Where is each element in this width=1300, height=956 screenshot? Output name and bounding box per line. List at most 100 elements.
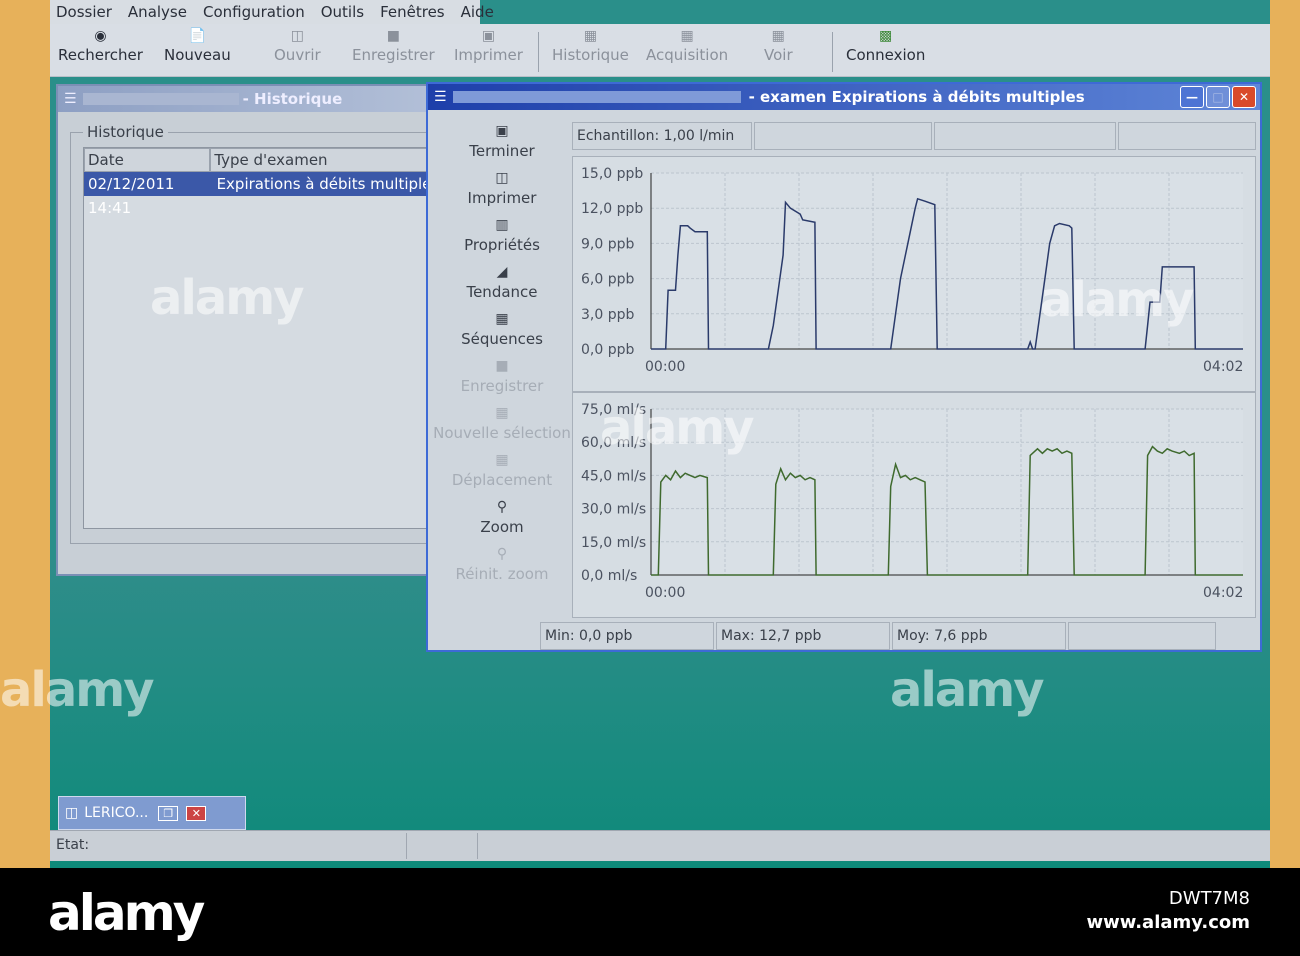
y-tick-label: 15,0 ml/s xyxy=(581,535,646,551)
enregistrer-side-button[interactable]: ■ Enregistrer xyxy=(432,357,572,402)
moy-panel: Moy: 7,6 ppb xyxy=(892,622,1066,650)
zoom-magnifier-icon: ⚲ xyxy=(496,499,508,515)
tendance-button[interactable]: ◢ Tendance xyxy=(432,263,572,308)
status-bar: Etat: xyxy=(50,830,1270,861)
watermark: alamy xyxy=(600,400,755,456)
connection-icon: ▩ xyxy=(879,28,893,44)
echantillon-panel: Echantillon: 1,00 l/min xyxy=(572,122,752,150)
historique-title: - Historique xyxy=(242,90,343,108)
voir-label: Voir xyxy=(764,46,793,64)
history-grid-icon: ▦ xyxy=(583,28,598,44)
historique-button[interactable]: ▦ Historique xyxy=(552,28,629,64)
echantillon-label: Echantillon: 1,00 l/min xyxy=(577,128,735,144)
historique-title-bar: ☰ - Historique xyxy=(58,86,438,112)
toolbar-separator xyxy=(538,32,539,72)
alamy-logo: alamy xyxy=(48,884,205,942)
selection-grid-icon: ▦ xyxy=(495,405,509,421)
watermark: alamy xyxy=(150,270,305,326)
maximize-icon[interactable]: □ xyxy=(1206,86,1230,108)
y-tick-label: 3,0 ppb xyxy=(581,307,634,323)
enregistrer-button[interactable]: ■ Enregistrer xyxy=(352,28,435,64)
window-menu-icon[interactable]: ☰ xyxy=(64,91,77,107)
y-tick-label: 12,0 ppb xyxy=(581,201,643,217)
proprietes-button[interactable]: ▥ Propriétés xyxy=(432,216,572,261)
menu-analyse[interactable]: Analyse xyxy=(128,3,187,21)
row-type: Expirations à débits multiples xyxy=(216,175,440,193)
imprimer-side-button[interactable]: ◫ Imprimer xyxy=(432,169,572,214)
reinit-zoom-label: Réinit. zoom xyxy=(455,565,549,583)
sequences-icon: ▦ xyxy=(495,311,509,327)
column-type[interactable]: Type d'examen xyxy=(210,148,444,172)
enregistrer-label: Enregistrer xyxy=(352,46,435,64)
y-tick-label: 6,0 ppb xyxy=(581,272,634,288)
menu-outils[interactable]: Outils xyxy=(321,3,364,21)
terminer-label: Terminer xyxy=(469,142,535,160)
reinit-zoom-button[interactable]: ⚲ Réinit. zoom xyxy=(432,545,572,590)
imprimer-label: Imprimer xyxy=(454,46,523,64)
save-icon: ■ xyxy=(495,358,509,374)
window-menu-icon[interactable]: ☰ xyxy=(434,89,447,105)
monitor-bezel-right xyxy=(1270,0,1300,868)
minimize-icon[interactable]: — xyxy=(1180,86,1204,108)
patient-name-blurred xyxy=(452,91,741,103)
exam-window: ☰ - examen Expirations à débits multiple… xyxy=(426,82,1262,652)
max-panel: Max: 12,7 ppb xyxy=(716,622,890,650)
menu-configuration[interactable]: Configuration xyxy=(203,3,305,21)
proprietes-label: Propriétés xyxy=(464,236,540,254)
caption-url: www.alamy.com xyxy=(1086,912,1250,933)
exam-list[interactable]: Date Type d'examen 02/12/2011 14:41 Expi… xyxy=(83,147,445,529)
stats-panel-empty xyxy=(1068,622,1216,650)
save-icon: ■ xyxy=(386,28,400,44)
taskbar-label: LERICO... xyxy=(84,805,149,821)
menu-fenetres[interactable]: Fenêtres xyxy=(380,3,445,21)
acquisition-grid-icon: ▦ xyxy=(680,28,694,44)
y-tick-label: 15,0 ppb xyxy=(581,166,643,182)
ouvrir-button[interactable]: ◫ Ouvrir xyxy=(274,28,321,64)
toolbar: ◉ Rechercher 📄 Nouveau ◫ Ouvrir ■ Enregi… xyxy=(50,24,1270,77)
deplacement-button[interactable]: ▦ Déplacement xyxy=(432,451,572,496)
column-date[interactable]: Date xyxy=(84,148,211,172)
imprimer-side-label: Imprimer xyxy=(467,189,537,207)
max-label: Max: 12,7 ppb xyxy=(721,628,822,644)
x-tick-label: 04:02 xyxy=(1203,585,1243,601)
status-panel-2 xyxy=(934,122,1116,150)
ouvrir-label: Ouvrir xyxy=(274,46,321,64)
sequences-button[interactable]: ▦ Séquences xyxy=(432,310,572,355)
move-grid-icon: ▦ xyxy=(495,452,509,468)
imprimer-button[interactable]: ▣ Imprimer xyxy=(454,28,523,64)
moy-label: Moy: 7,6 ppb xyxy=(897,628,988,644)
exam-title: - examen Expirations à débits multiples xyxy=(748,88,1085,106)
properties-icon: ▥ xyxy=(495,217,509,233)
connexion-button[interactable]: ▩ Connexion xyxy=(846,28,925,64)
terminer-button[interactable]: ▣ Terminer xyxy=(432,122,572,167)
min-panel: Min: 0,0 ppb xyxy=(540,622,714,650)
y-tick-label: 45,0 ml/s xyxy=(581,468,646,484)
acquisition-button[interactable]: ▦ Acquisition xyxy=(646,28,728,64)
close-icon[interactable]: ✕ xyxy=(186,805,207,821)
zoom-label: Zoom xyxy=(480,518,524,536)
new-document-icon: 📄 xyxy=(188,28,207,44)
status-text: Etat: xyxy=(56,837,90,853)
view-grid-icon: ▦ xyxy=(771,28,785,44)
status-panel-3 xyxy=(1118,122,1256,150)
minimized-window-lerico[interactable]: ◫ LERICO... ❐ ✕ xyxy=(58,796,246,830)
binoculars-icon: ◉ xyxy=(94,28,107,44)
voir-button[interactable]: ▦ Voir xyxy=(764,28,793,64)
rechercher-button[interactable]: ◉ Rechercher xyxy=(58,28,143,64)
menu-aide[interactable]: Aide xyxy=(461,3,494,21)
close-icon[interactable]: ✕ xyxy=(1232,86,1256,108)
exit-door-icon: ▣ xyxy=(495,123,509,139)
zoom-button[interactable]: ⚲ Zoom xyxy=(432,498,572,543)
row-date: 02/12/2011 14:41 xyxy=(88,175,175,217)
nouvelle-selection-button[interactable]: ▦ Nouvelle sélection xyxy=(432,404,572,449)
menu-dossier[interactable]: Dossier xyxy=(56,3,112,21)
nouveau-button[interactable]: 📄 Nouveau xyxy=(164,28,231,64)
printer-icon: ▣ xyxy=(481,28,496,44)
restore-icon[interactable]: ❐ xyxy=(158,805,179,821)
folder-icon: ◫ xyxy=(65,805,79,821)
sequences-label: Séquences xyxy=(461,330,543,348)
y-tick-label: 0,0 ppb xyxy=(581,342,634,358)
toolbar-separator xyxy=(832,32,833,72)
table-row[interactable]: 02/12/2011 14:41 Expirations à débits mu… xyxy=(84,172,444,217)
x-tick-label: 00:00 xyxy=(645,585,685,601)
